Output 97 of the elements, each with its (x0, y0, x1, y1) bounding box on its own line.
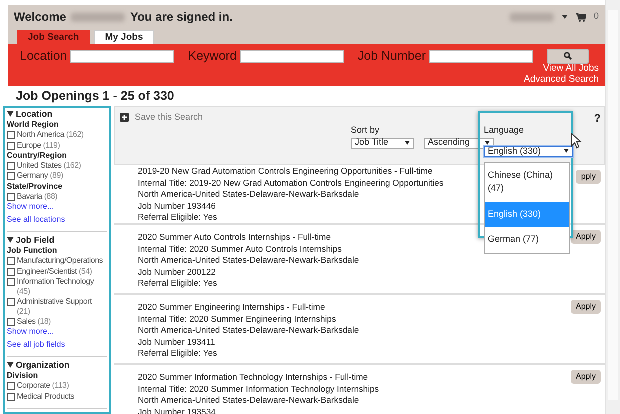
job-title-link[interactable]: 2020 Summer Information Technology Internships (138, 372, 328, 382)
option-label[interactable]: Germany (89) (17, 171, 64, 182)
cursor-icon (571, 133, 582, 149)
tab[interactable]: My Jobs (94, 30, 154, 44)
blurred-name (71, 12, 126, 22)
save-search-link[interactable]: Save this Search (135, 111, 204, 124)
job-type: - Full-time (394, 166, 433, 176)
job-detail: Job Number 200122 (138, 266, 216, 278)
dropdown-option[interactable]: Chinese (China) (47) (485, 162, 569, 202)
filter-heading: Location (16, 109, 53, 119)
checkbox[interactable] (7, 298, 15, 306)
search-link[interactable]: Advanced Search (524, 74, 599, 85)
help-link[interactable]: ? (594, 111, 601, 128)
apply-button[interactable]: Apply (570, 370, 601, 384)
option-label[interactable]: North America (162) (17, 130, 84, 140)
job-type: - Full-time (328, 372, 368, 382)
scrollbar[interactable] (605, 0, 620, 414)
job-detail: Internal Title: 2019-20 New Grad Automation Controls Engineering Opportunities (138, 178, 444, 189)
caret-icon[interactable] (562, 15, 568, 19)
input-field[interactable] (429, 50, 533, 63)
apply-button[interactable]: pply (576, 170, 601, 184)
apply-button[interactable]: Apply (570, 300, 601, 314)
job-title-link[interactable]: 2020 Summer Engineering Internships (138, 302, 285, 312)
filter-heading: Job Field (16, 234, 55, 245)
filter-link[interactable]: Show more... (7, 327, 54, 338)
job-detail: North America-United States-Delaware-Newark-Barksdale (138, 189, 360, 200)
option-label[interactable]: Medical Products (17, 392, 74, 402)
job-detail: Job Number 193446 (138, 200, 216, 212)
language-select[interactable]: English (330) (484, 146, 573, 157)
apply-button[interactable]: Apply (570, 230, 601, 244)
caret-icon (564, 149, 569, 154)
checkbox[interactable] (7, 392, 15, 401)
option-label[interactable]: Engineer/Scientist (54) (17, 266, 92, 276)
job-detail: North America-United States-Delaware-Newark-Barksdale (138, 325, 360, 336)
filter-heading: Organization (16, 360, 70, 370)
welcome-text: You are signed in. (130, 9, 233, 25)
tab[interactable]: Job Search (17, 30, 90, 44)
option-label[interactable]: Administrative Support (21) (17, 296, 105, 317)
job-type: - Full-time (286, 302, 326, 312)
collapse-icon[interactable] (7, 111, 14, 117)
option-label[interactable]: United States (162) (17, 161, 82, 171)
results-heading: Job Openings 1 - 25 of 330 (16, 89, 176, 104)
plus-icon[interactable] (120, 113, 129, 122)
field-label: Language (484, 124, 526, 137)
option-label[interactable]: Corporate (113) (17, 381, 70, 392)
group-title: World Region (7, 120, 60, 130)
filter-link[interactable]: Show more... (7, 202, 54, 213)
checkbox[interactable] (7, 172, 15, 180)
option-label[interactable]: Sales (18) (17, 317, 51, 327)
collapse-icon[interactable] (7, 236, 14, 243)
job-detail: Referral Eligible: Yes (138, 348, 218, 360)
checkbox[interactable] (7, 318, 15, 326)
job-detail: Internal Title: 2020 Summer Information Technology Internships (138, 384, 380, 395)
search-button[interactable] (547, 48, 589, 64)
job-detail: Referral Eligible: Yes (138, 278, 218, 290)
collapse-icon[interactable] (7, 362, 14, 368)
job-detail: Referral Eligible: Yes (138, 212, 218, 224)
sort-select[interactable]: Job Title (351, 138, 414, 148)
checkbox[interactable] (7, 257, 15, 266)
option-label[interactable]: Manufacturing/Operations (17, 256, 104, 266)
option-label[interactable]: Bavaria (88) (17, 192, 58, 202)
sort-select[interactable]: Ascending (424, 138, 494, 148)
job-title-link[interactable]: 2020 Summer Auto Controls Internships (138, 232, 290, 242)
caret-icon (405, 141, 410, 145)
checkbox[interactable] (7, 278, 15, 286)
group-title: Division (7, 370, 40, 382)
search-link[interactable]: View All Jobs (524, 64, 599, 74)
input-field[interactable] (240, 50, 344, 63)
group-title: Country/Region (7, 150, 68, 162)
cart-count: 0 (594, 10, 599, 24)
field-label: Location (20, 48, 68, 65)
search-icon (564, 52, 572, 60)
job-detail: North America-United States-Delaware-Newark-Barksdale (138, 395, 360, 406)
job-title-link[interactable]: 2019-20 New Grad Automation Controls Engineering Opportunities (138, 166, 392, 176)
cart-icon[interactable] (576, 12, 586, 22)
checkbox[interactable] (7, 268, 15, 276)
job-type: - Full-time (292, 232, 331, 242)
option-label[interactable]: Information Technology (45) (17, 276, 105, 296)
dropdown-option[interactable]: German (77) (485, 227, 569, 252)
input-field[interactable] (70, 50, 174, 63)
checkbox[interactable] (7, 131, 15, 140)
checkbox[interactable] (7, 162, 15, 170)
checkbox[interactable] (7, 193, 15, 202)
field-label: Keyword (188, 48, 237, 65)
welcome-text: Welcome (14, 9, 66, 25)
filter-link[interactable]: See all job fields (7, 340, 66, 350)
filter-link[interactable]: See all locations (7, 214, 66, 225)
job-detail: Job Number 193411 (138, 336, 216, 348)
job-detail: North America-United States-Delaware-Newark-Barksdale (138, 255, 360, 266)
option-label[interactable]: Europe (119) (17, 140, 60, 150)
checkbox[interactable] (7, 142, 15, 150)
job-detail: Internal Title: 2020 Summer Auto Controls Internships (138, 244, 342, 255)
group-title: Job Function (7, 246, 58, 256)
field-label: Job Number (358, 48, 426, 65)
job-detail: Internal Title: 2020 Summer Engineering Internships (138, 314, 336, 325)
group-title: State/Province (7, 182, 64, 192)
checkbox[interactable] (7, 382, 15, 390)
